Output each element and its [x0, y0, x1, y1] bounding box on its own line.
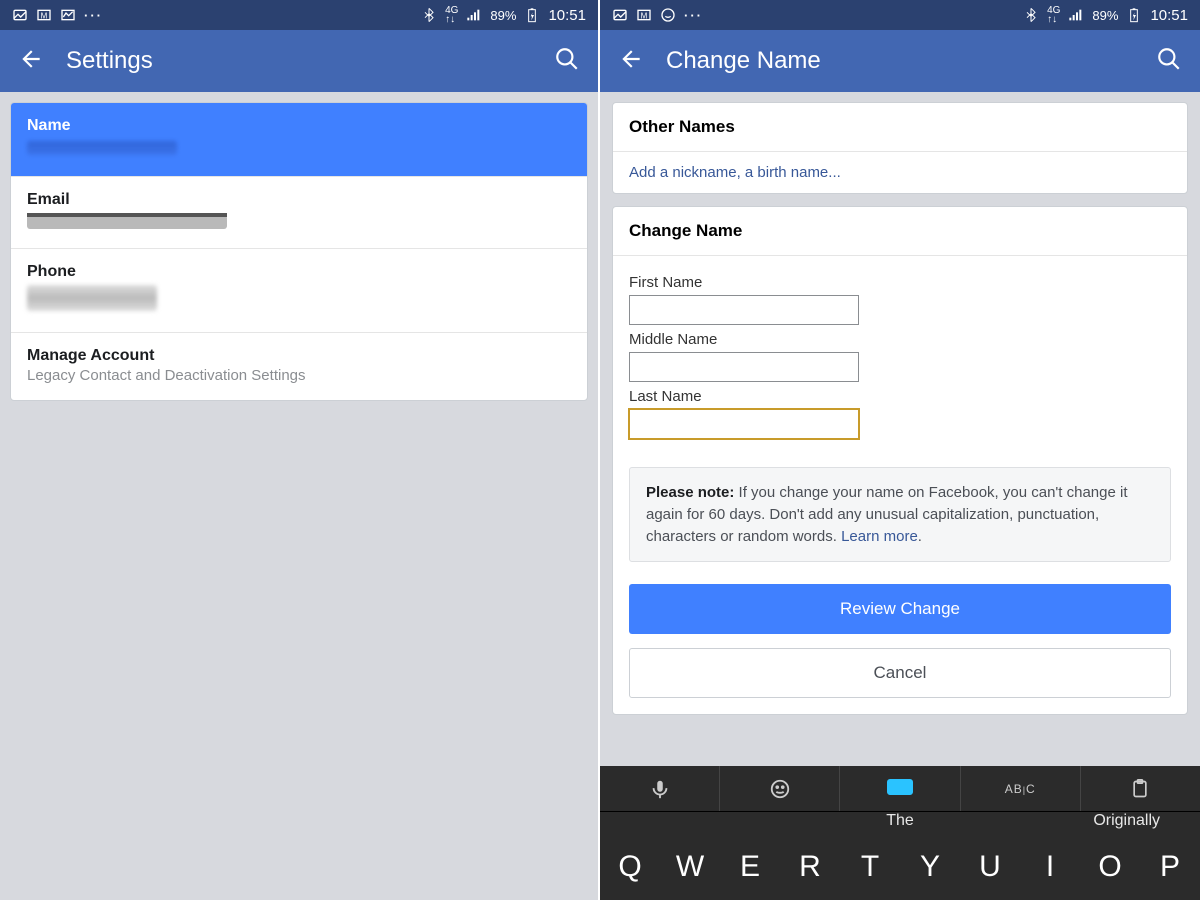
row-manage-account[interactable]: Manage Account Legacy Contact and Deacti… — [11, 333, 587, 400]
other-names-card: Other Names Add a nickname, a birth name… — [612, 102, 1188, 194]
mail-icon: M — [636, 7, 652, 23]
row-email-label: Email — [27, 191, 571, 209]
page-title: Change Name — [666, 47, 1134, 75]
key-w[interactable]: W — [660, 834, 720, 900]
first-name-input[interactable] — [629, 295, 859, 325]
change-name-header: Change Name — [613, 207, 1187, 256]
battery-percent: 89% — [490, 8, 516, 23]
notice-prefix: Please note: — [646, 484, 734, 501]
key-p[interactable]: P — [1140, 834, 1200, 900]
first-name-label: First Name — [629, 274, 1171, 291]
key-u[interactable]: U — [960, 834, 1020, 900]
row-phone-label: Phone — [27, 263, 571, 281]
notice-period: . — [918, 528, 922, 545]
other-names-header: Other Names — [613, 103, 1187, 152]
settings-list: Name Email Phone Manage Account Legacy C… — [10, 102, 588, 401]
phone-settings: M ··· 4G↑↓ 89% 10:51 Settings Name Email… — [0, 0, 600, 900]
add-nickname-link[interactable]: Add a nickname, a birth name... — [613, 152, 1187, 193]
clock: 10:51 — [548, 7, 586, 24]
bluetooth-icon — [1023, 7, 1039, 23]
row-email[interactable]: Email — [11, 177, 587, 249]
keyboard[interactable]: AB|C The Originally Q W E R T Y U I O P — [600, 766, 1200, 900]
row-manage-sub: Legacy Contact and Deactivation Settings — [27, 367, 571, 384]
back-button[interactable] — [18, 46, 44, 77]
back-button[interactable] — [618, 46, 644, 77]
key-q[interactable]: Q — [600, 834, 660, 900]
signal-icon — [466, 7, 482, 23]
more-icon: ··· — [684, 8, 703, 23]
battery-icon — [524, 7, 540, 23]
chart-icon — [60, 7, 76, 23]
svg-text:M: M — [41, 11, 48, 20]
phone-change-name: M ··· 4G↑↓ 89% 10:51 Change Name Other N… — [600, 0, 1200, 900]
name-change-notice: Please note: If you change your name on … — [629, 467, 1171, 562]
mail-icon: M — [36, 7, 52, 23]
clock: 10:51 — [1150, 7, 1188, 24]
status-bar: M ··· 4G↑↓ 89% 10:51 — [600, 0, 1200, 30]
network-label: 4G↑↓ — [1047, 6, 1060, 24]
bluetooth-icon — [421, 7, 437, 23]
kb-suggestions[interactable]: The Originally — [600, 812, 1200, 834]
key-r[interactable]: R — [780, 834, 840, 900]
redacted-name — [27, 141, 177, 155]
search-button[interactable] — [554, 46, 580, 77]
kb-mic-icon[interactable] — [600, 766, 720, 811]
app-bar: Change Name — [600, 30, 1200, 92]
row-manage-label: Manage Account — [27, 347, 571, 365]
row-name-label: Name — [27, 117, 571, 135]
key-i[interactable]: I — [1020, 834, 1080, 900]
search-button[interactable] — [1156, 46, 1182, 77]
last-name-label: Last Name — [629, 388, 1171, 405]
status-bar: M ··· 4G↑↓ 89% 10:51 — [0, 0, 598, 30]
whatsapp-icon — [660, 7, 676, 23]
key-e[interactable]: E — [720, 834, 780, 900]
network-label: 4G↑↓ — [445, 6, 458, 24]
kb-row1: Q W E R T Y U I O P — [600, 834, 1200, 900]
app-bar: Settings — [0, 30, 598, 92]
image-icon — [12, 7, 28, 23]
battery-percent: 89% — [1092, 8, 1118, 23]
key-t[interactable]: T — [840, 834, 900, 900]
learn-more-link[interactable]: Learn more — [841, 528, 918, 545]
key-o[interactable]: O — [1080, 834, 1140, 900]
redacted-email — [27, 215, 227, 229]
image-icon — [612, 7, 628, 23]
signal-icon — [1068, 7, 1084, 23]
last-name-input[interactable] — [629, 409, 859, 439]
battery-icon — [1126, 7, 1142, 23]
kb-emoji-icon[interactable] — [720, 766, 840, 811]
middle-name-label: Middle Name — [629, 331, 1171, 348]
kb-clipboard-icon[interactable] — [1081, 766, 1200, 811]
key-y[interactable]: Y — [900, 834, 960, 900]
kb-suggestion-center[interactable]: The — [886, 812, 914, 830]
review-change-button[interactable]: Review Change — [629, 584, 1171, 634]
more-icon: ··· — [84, 8, 103, 23]
cancel-button[interactable]: Cancel — [629, 648, 1171, 698]
change-name-card: Change Name First Name Middle Name Last … — [612, 206, 1188, 715]
middle-name-input[interactable] — [629, 352, 859, 382]
row-phone[interactable]: Phone — [11, 249, 587, 333]
kb-suggestion-right[interactable]: Originally — [1093, 812, 1160, 830]
kb-keyboard-icon[interactable] — [840, 766, 960, 811]
svg-text:M: M — [641, 11, 648, 20]
page-title: Settings — [66, 47, 532, 75]
kb-text-icon[interactable]: AB|C — [961, 766, 1081, 811]
row-name[interactable]: Name — [11, 103, 587, 177]
redacted-phone — [27, 285, 157, 311]
